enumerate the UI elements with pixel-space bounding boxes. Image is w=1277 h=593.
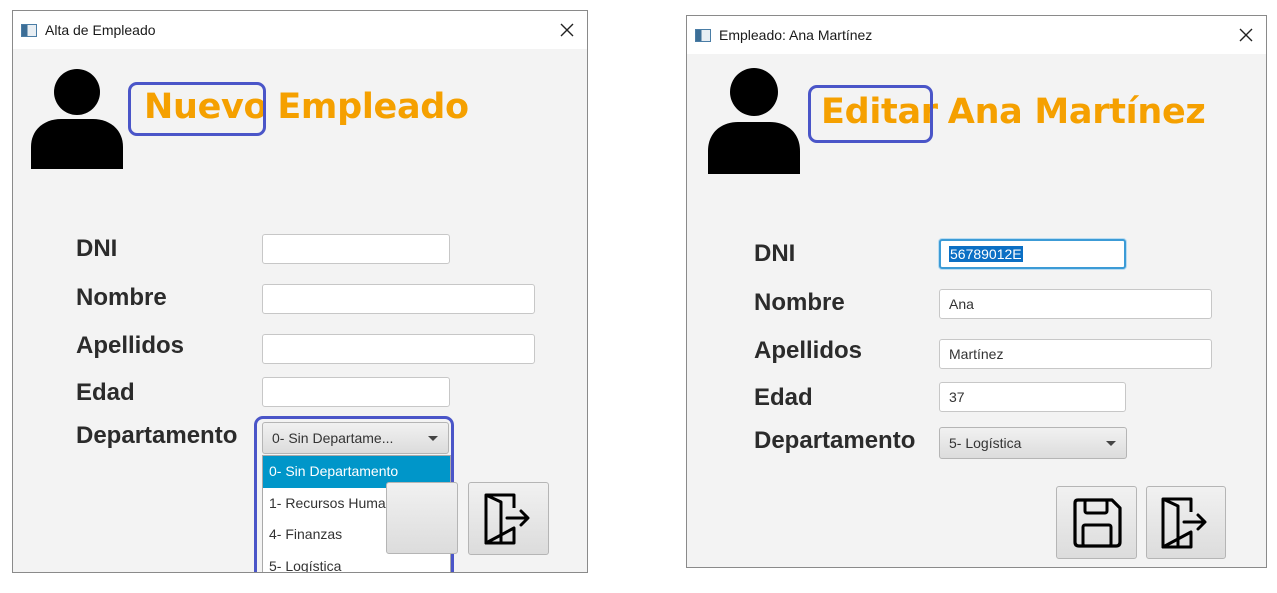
dni-label: DNI bbox=[76, 235, 118, 262]
app-icon bbox=[21, 23, 37, 37]
exit-door-icon bbox=[484, 493, 529, 544]
dni-field[interactable] bbox=[262, 234, 450, 264]
exit-button[interactable] bbox=[468, 482, 549, 555]
title-subject: Ana Martínez bbox=[947, 92, 1206, 132]
window-title: Alta de Empleado bbox=[45, 22, 156, 38]
edad-field[interactable] bbox=[262, 377, 450, 407]
nombre-field[interactable]: Ana bbox=[939, 289, 1212, 319]
chevron-down-icon bbox=[1106, 441, 1116, 446]
edit-employee-window: Empleado: Ana Martínez Editar Ana Martíne… bbox=[686, 15, 1267, 568]
departamento-select-value: 5- Logística bbox=[949, 435, 1022, 451]
dni-field[interactable]: 56789012E bbox=[939, 239, 1126, 269]
exit-door-icon bbox=[1161, 497, 1207, 548]
nombre-label: Nombre bbox=[76, 284, 167, 311]
save-button[interactable] bbox=[386, 482, 458, 554]
close-icon bbox=[560, 23, 574, 37]
title-bar[interactable]: Alta de Empleado bbox=[13, 11, 587, 49]
apellidos-label: Apellidos bbox=[754, 337, 863, 364]
departamento-label: Departamento bbox=[754, 427, 916, 454]
departamento-select[interactable]: 5- Logística bbox=[939, 427, 1127, 459]
apellidos-field[interactable] bbox=[262, 334, 535, 364]
close-icon bbox=[1239, 28, 1253, 42]
app-icon bbox=[695, 28, 711, 42]
window-title: Empleado: Ana Martínez bbox=[719, 27, 873, 43]
apellidos-field[interactable]: Martínez bbox=[939, 339, 1212, 369]
edad-field[interactable]: 37 bbox=[939, 382, 1126, 412]
user-silhouette-icon bbox=[31, 69, 123, 169]
user-silhouette-icon bbox=[708, 68, 800, 174]
dni-label: DNI bbox=[754, 240, 796, 267]
save-button[interactable] bbox=[1056, 486, 1137, 559]
edad-label: Edad bbox=[754, 384, 813, 411]
departamento-label: Departamento bbox=[76, 422, 238, 449]
title-mode-highlight bbox=[808, 85, 933, 143]
nombre-field[interactable] bbox=[262, 284, 535, 314]
title-subject: Empleado bbox=[277, 87, 469, 127]
apellidos-label: Apellidos bbox=[76, 332, 185, 359]
title-bar[interactable]: Empleado: Ana Martínez bbox=[687, 16, 1266, 54]
nombre-label: Nombre bbox=[754, 289, 845, 316]
close-button[interactable] bbox=[1236, 25, 1256, 45]
edad-label: Edad bbox=[76, 379, 135, 406]
exit-button[interactable] bbox=[1146, 486, 1226, 559]
new-employee-window: Alta de Empleado Nuevo Empleado DNI Nombr… bbox=[12, 10, 588, 573]
dni-value-selected: 56789012E bbox=[949, 246, 1023, 262]
close-button[interactable] bbox=[557, 20, 577, 40]
floppy-disk-icon bbox=[1072, 497, 1122, 548]
title-mode-highlight bbox=[128, 82, 266, 136]
